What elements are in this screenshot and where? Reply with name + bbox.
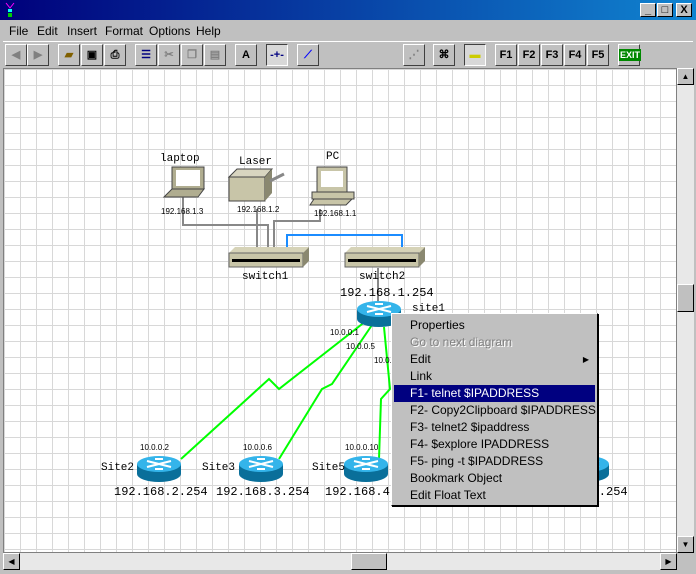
- properties-list-icon[interactable]: ☰: [135, 44, 157, 66]
- site2-router-icon[interactable]: [136, 455, 182, 483]
- float-text-icon[interactable]: ▬: [464, 44, 486, 66]
- menu-item-edit[interactable]: Edit ▶: [392, 351, 597, 368]
- switch-label: switch2: [359, 271, 406, 283]
- close-button[interactable]: X: [676, 3, 692, 17]
- link-ip: 10.0.0.10: [345, 443, 379, 452]
- exit-button[interactable]: EXIT: [618, 44, 642, 66]
- f5-button[interactable]: F5: [587, 44, 609, 66]
- vertical-scroll-thumb[interactable]: [677, 284, 694, 312]
- horizontal-scroll-thumb[interactable]: [351, 553, 387, 570]
- scroll-left-button[interactable]: ◀: [3, 553, 20, 570]
- switch2-icon[interactable]: [344, 246, 426, 268]
- printer-icon[interactable]: [227, 168, 285, 202]
- menu-item-go-to-next-diagram: Go to next diagram: [410, 335, 513, 349]
- device-ip: 192.168.1.3: [161, 207, 204, 216]
- link-tool-icon[interactable]: ⟋: [297, 44, 319, 66]
- switch-label: switch1: [242, 271, 289, 283]
- f4-button[interactable]: F4: [564, 44, 586, 66]
- menu-help[interactable]: Help: [196, 24, 221, 38]
- text-tool-icon[interactable]: A: [235, 44, 257, 66]
- back-button[interactable]: ◀: [5, 44, 27, 66]
- menu-item-link[interactable]: Link: [392, 368, 597, 385]
- horizontal-scrollbar[interactable]: ◀ ▶: [3, 553, 677, 570]
- site3-router-icon[interactable]: [238, 455, 284, 483]
- site-label: Site5: [312, 462, 346, 474]
- menu-file[interactable]: File: [9, 24, 28, 38]
- menu-bar: File Edit Insert Format Options Help: [0, 21, 696, 40]
- paste-icon[interactable]: ▤: [204, 44, 226, 66]
- forward-button[interactable]: ▶: [27, 44, 49, 66]
- app-icon: [5, 2, 15, 17]
- f1-button[interactable]: F1: [495, 44, 517, 66]
- f2-button[interactable]: F2: [518, 44, 540, 66]
- menu-item-bookmark[interactable]: Bookmark Object: [392, 470, 597, 487]
- switch1-icon[interactable]: [228, 246, 310, 268]
- menu-format[interactable]: Format: [105, 24, 143, 38]
- menu-item-f1-telnet[interactable]: F1- telnet $IPADDRESS: [394, 385, 595, 402]
- exit-label: EXIT: [619, 49, 642, 61]
- menu-item-edit-float-text[interactable]: Edit Float Text: [392, 487, 597, 504]
- context-menu: Properties Go to next diagram Edit ▶ Link…: [391, 313, 598, 506]
- menu-item-f4-explore[interactable]: F4- $explore IPADDRESS: [392, 436, 597, 453]
- scroll-right-button[interactable]: ▶: [660, 553, 677, 570]
- device-ip: 192.168.1.2: [237, 205, 280, 214]
- binoculars-icon[interactable]: ⌘: [433, 44, 455, 66]
- scroll-down-button[interactable]: ▼: [677, 536, 694, 553]
- link-ip: 10.0.0.6: [243, 443, 272, 452]
- menu-item-f2-copy[interactable]: F2- Copy2Clipboard $IPADDRESS: [392, 402, 597, 419]
- save-icon[interactable]: ▣: [81, 44, 103, 66]
- connect-points-icon[interactable]: -+-: [266, 44, 288, 66]
- site-ip: 192.168.2.254: [114, 485, 208, 499]
- menu-options[interactable]: Options: [149, 24, 190, 38]
- open-folder-icon[interactable]: ▰: [58, 44, 80, 66]
- minimize-button[interactable]: _: [640, 3, 656, 17]
- menu-item-properties[interactable]: Properties: [392, 317, 597, 334]
- menu-edit[interactable]: Edit: [37, 24, 58, 38]
- site-label: Site2: [101, 462, 135, 474]
- link-disabled-icon[interactable]: ⋰: [403, 44, 425, 66]
- site-label: Site3: [202, 462, 236, 474]
- cut-icon[interactable]: ✂: [158, 44, 180, 66]
- pc-icon[interactable]: [309, 166, 355, 206]
- vertical-scrollbar[interactable]: ▲ ▼: [677, 68, 694, 553]
- f3-button[interactable]: F3: [541, 44, 563, 66]
- device-label: PC: [326, 151, 340, 163]
- site-ip: 192.168.3.254: [216, 485, 310, 499]
- link-ip: 10.0.0.2: [140, 443, 169, 452]
- toolbar: ◀ ▶ ▰ ▣ ⎙ ☰ ✂ ❐ ▤ A -+- ⟋ 64K LL▼ ⋰ ⌘ ▬ …: [3, 41, 693, 106]
- print-icon[interactable]: ⎙: [104, 44, 126, 66]
- menu-item-label: Edit: [410, 352, 431, 366]
- laptop-icon[interactable]: [162, 166, 205, 198]
- scroll-up-button[interactable]: ▲: [677, 68, 694, 85]
- device-ip: 192.168.1.1: [314, 209, 357, 218]
- submenu-arrow-icon: ▶: [582, 355, 589, 364]
- menu-item-f5-ping[interactable]: F5- ping -t $IPADDRESS: [392, 453, 597, 470]
- device-label: Laser: [239, 156, 273, 168]
- menu-insert[interactable]: Insert: [67, 24, 97, 38]
- menu-item-f3-telnet2[interactable]: F3- telnet2 $ipaddress: [392, 419, 597, 436]
- title-bar: _ □ X: [0, 0, 696, 20]
- device-label: laptop: [160, 153, 200, 165]
- site5-router-icon[interactable]: [343, 455, 389, 483]
- link-ip: 10.0.0.1: [330, 328, 359, 337]
- site1-ip: 192.168.1.254: [340, 286, 434, 300]
- maximize-button[interactable]: □: [657, 3, 673, 17]
- link-ip: 10.0.0.5: [346, 342, 375, 351]
- copy-icon[interactable]: ❐: [181, 44, 203, 66]
